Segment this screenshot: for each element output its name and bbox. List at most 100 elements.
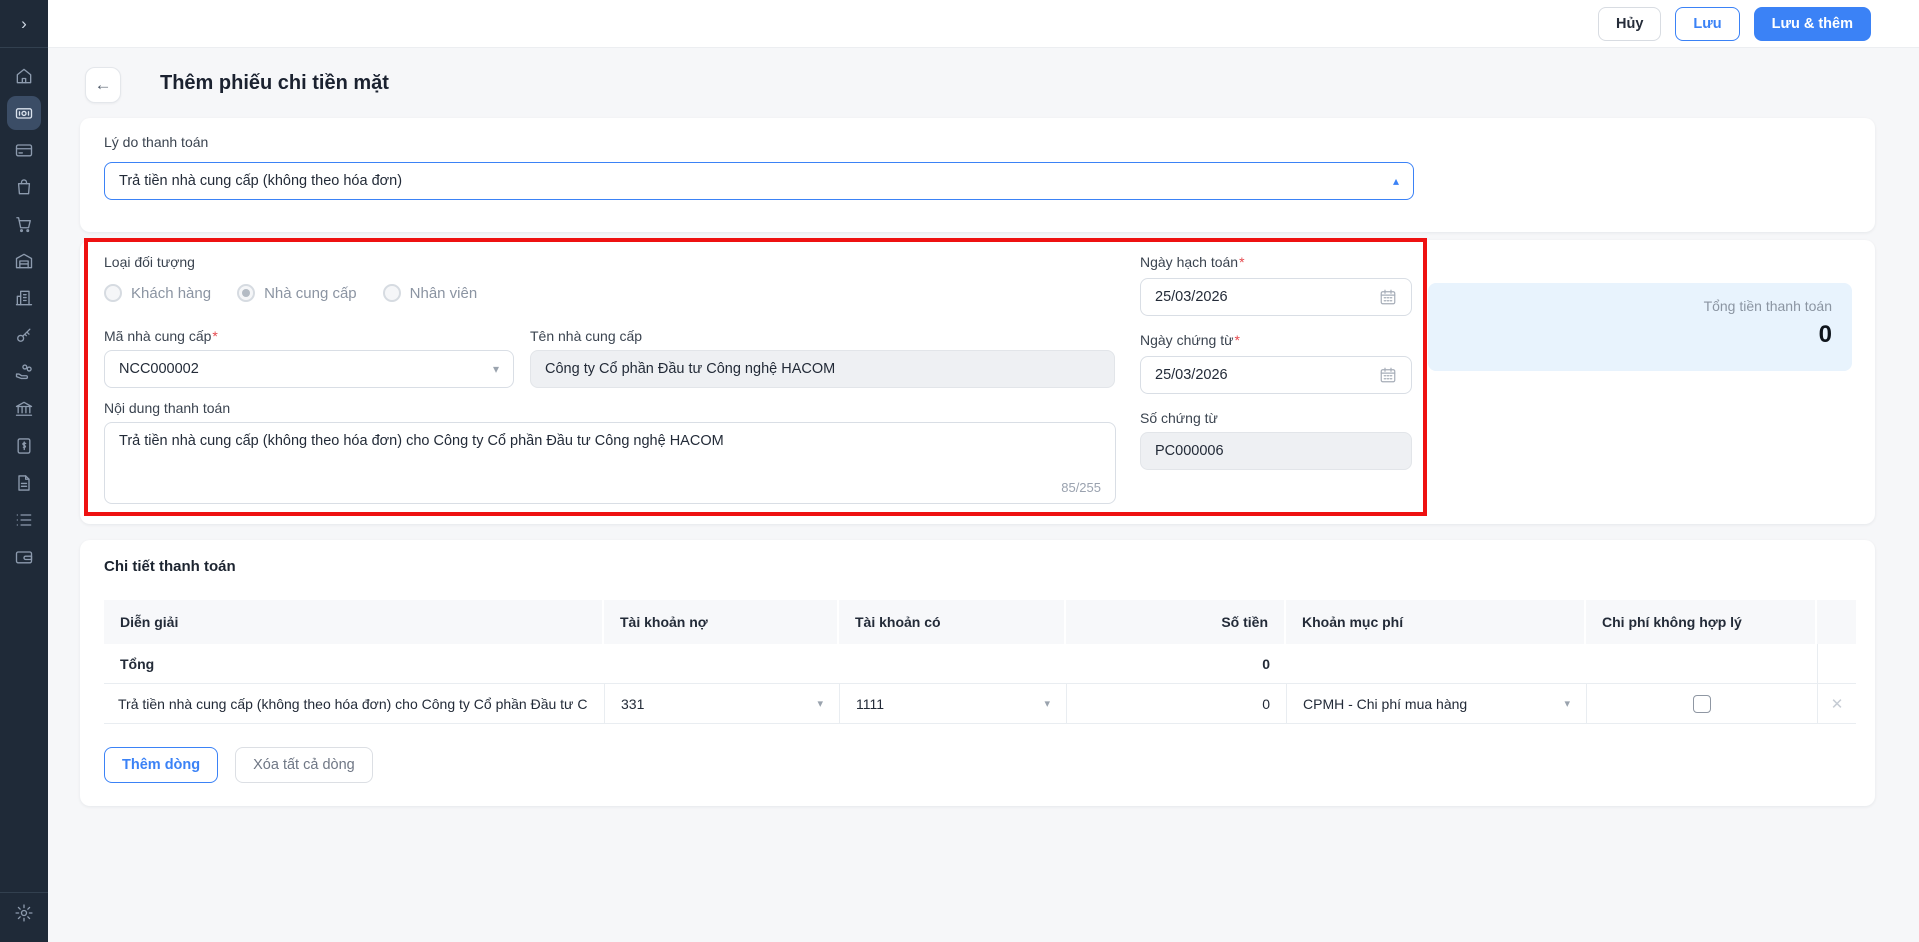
sidebar-item-home[interactable] — [0, 57, 48, 94]
sidebar-item-key[interactable] — [0, 316, 48, 353]
detail-table-title: Chi tiết thanh toán — [104, 558, 236, 575]
sidebar-item-office-building[interactable] — [0, 279, 48, 316]
hand-coins-icon — [7, 355, 41, 389]
payment-content-label: Nội dung thanh toán — [104, 400, 230, 416]
table-total-row: Tổng 0 — [104, 644, 1856, 684]
payment-content-textarea[interactable]: Trả tiền nhà cung cấp (không theo hóa đơ… — [104, 422, 1116, 504]
supplier-name-label: Tên nhà cung cấp — [530, 328, 642, 344]
gear-icon — [14, 903, 34, 928]
sidebar-item-hand-coins[interactable] — [0, 353, 48, 390]
payment-content-value: Trả tiền nhà cung cấp (không theo hóa đơ… — [119, 433, 724, 449]
total-row-amount: 0 — [1066, 644, 1286, 683]
radio-employee: Nhân viên — [383, 284, 478, 302]
supplier-code-value: NCC000002 — [119, 361, 199, 377]
required-asterisk: * — [1239, 254, 1244, 270]
supplier-name-field: Công ty Cổ phần Đầu tư Công nghệ HACOM — [530, 350, 1115, 388]
sidebar-item-shopping-cart[interactable] — [0, 205, 48, 242]
row-credit-account-select[interactable]: 1111 ▾ — [839, 684, 1066, 723]
home-icon — [7, 59, 41, 93]
total-amount-label: Tổng tiền thanh toán — [1448, 298, 1832, 314]
office-building-icon — [7, 281, 41, 315]
total-row-label: Tổng — [104, 644, 604, 683]
add-row-button[interactable]: Thêm dòng — [104, 747, 218, 783]
sidebar: › — [0, 0, 48, 942]
sidebar-collapse-button[interactable]: › — [0, 0, 48, 48]
shopping-cart-icon — [7, 207, 41, 241]
document-number-label: Số chứng từ — [1140, 410, 1218, 426]
total-amount-panel: Tổng tiền thanh toán 0 — [1428, 283, 1852, 371]
sidebar-item-document[interactable] — [0, 464, 48, 501]
cash-icon — [7, 96, 41, 130]
back-button[interactable]: ← — [85, 67, 121, 103]
chevron-right-icon: › — [21, 14, 27, 34]
sidebar-item-bank[interactable] — [0, 390, 48, 427]
required-asterisk: * — [1234, 332, 1239, 348]
payment-detail-card: Chi tiết thanh toán Diễn giải Tài khoản … — [80, 540, 1875, 806]
caret-down-icon: ▾ — [493, 363, 499, 375]
required-asterisk: * — [212, 328, 217, 344]
sidebar-item-shopping-bag[interactable] — [0, 168, 48, 205]
save-button[interactable]: Lưu — [1675, 7, 1739, 41]
col-debit-account: Tài khoản nợ — [604, 600, 839, 644]
col-description: Diễn giải — [104, 600, 604, 644]
table-actions: Thêm dòng Xóa tất cả dòng — [104, 747, 373, 783]
posting-date-value: 25/03/2026 — [1155, 289, 1228, 305]
cancel-button[interactable]: Hủy — [1598, 7, 1661, 41]
clear-rows-button[interactable]: Xóa tất cả dòng — [235, 747, 373, 783]
sidebar-item-credit-card[interactable] — [0, 131, 48, 168]
payment-reason-select[interactable]: Trả tiền nhà cung cấp (không theo hóa đơ… — [104, 162, 1414, 200]
shopping-bag-icon — [7, 170, 41, 204]
col-amount: Số tiền — [1066, 600, 1286, 644]
sidebar-item-cash[interactable] — [0, 94, 48, 131]
radio-circle-selected-icon — [237, 284, 255, 302]
total-amount-value: 0 — [1448, 321, 1832, 349]
col-actions — [1817, 600, 1856, 644]
non-deductible-checkbox[interactable] — [1693, 695, 1711, 713]
document-date-value: 25/03/2026 — [1155, 367, 1228, 383]
table-row: Trả tiền nhà cung cấp (không theo hóa đơ… — [104, 684, 1856, 724]
caret-down-icon: ▾ — [1044, 697, 1050, 710]
row-debit-account-select[interactable]: 331 ▾ — [604, 684, 839, 723]
document-date-label: Ngày chứng từ* — [1140, 332, 1240, 348]
payment-reason-card: Lý do thanh toán Trả tiền nhà cung cấp (… — [80, 118, 1875, 232]
col-non-deductible: Chi phí không hợp lý — [1586, 600, 1817, 644]
posting-date-input[interactable]: 25/03/2026 — [1140, 278, 1412, 316]
radio-circle-icon — [383, 284, 401, 302]
document-icon — [7, 466, 41, 500]
row-expense-category-select[interactable]: CPMH - Chi phí mua hàng ▾ — [1286, 684, 1586, 723]
payment-reason-value: Trả tiền nhà cung cấp (không theo hóa đơ… — [119, 173, 402, 189]
voucher-info-card: Loại đối tượng Khách hàng Nhà cung cấp N… — [80, 240, 1875, 524]
sidebar-item-invoice-dollar[interactable] — [0, 427, 48, 464]
sidebar-divider — [0, 892, 48, 893]
save-and-add-button[interactable]: Lưu & thêm — [1754, 7, 1871, 41]
row-actions-cell: ✕ — [1817, 684, 1856, 723]
col-credit-account: Tài khoản có — [839, 600, 1066, 644]
caret-up-icon: ▴ — [1393, 175, 1399, 187]
warehouse-icon — [7, 244, 41, 278]
posting-date-label: Ngày hạch toán* — [1140, 254, 1245, 270]
table-header-row: Diễn giải Tài khoản nợ Tài khoản có Số t… — [104, 600, 1856, 644]
caret-down-icon: ▾ — [1564, 697, 1570, 710]
supplier-code-select[interactable]: NCC000002 ▾ — [104, 350, 514, 388]
row-description-cell[interactable]: Trả tiền nhà cung cấp (không theo hóa đơ… — [104, 684, 604, 723]
credit-card-icon — [7, 133, 41, 167]
radio-customer: Khách hàng — [104, 284, 211, 302]
document-number-field: PC000006 — [1140, 432, 1412, 470]
row-amount-cell[interactable]: 0 — [1066, 684, 1286, 723]
object-type-label: Loại đối tượng — [104, 254, 195, 270]
list-icon — [7, 503, 41, 537]
document-date-input[interactable]: 25/03/2026 — [1140, 356, 1412, 394]
radio-supplier: Nhà cung cấp — [237, 284, 357, 302]
sidebar-item-list[interactable] — [0, 501, 48, 538]
row-non-deductible-cell — [1586, 684, 1817, 723]
sidebar-item-warehouse[interactable] — [0, 242, 48, 279]
invoice-dollar-icon — [7, 429, 41, 463]
delete-row-icon[interactable]: ✕ — [1831, 695, 1844, 713]
sidebar-item-wallet[interactable] — [0, 538, 48, 575]
bank-icon — [7, 392, 41, 426]
char-counter: 85/255 — [1061, 480, 1101, 495]
wallet-icon — [7, 540, 41, 574]
sidebar-item-settings[interactable] — [0, 896, 48, 934]
radio-circle-icon — [104, 284, 122, 302]
sidebar-nav — [0, 48, 48, 575]
